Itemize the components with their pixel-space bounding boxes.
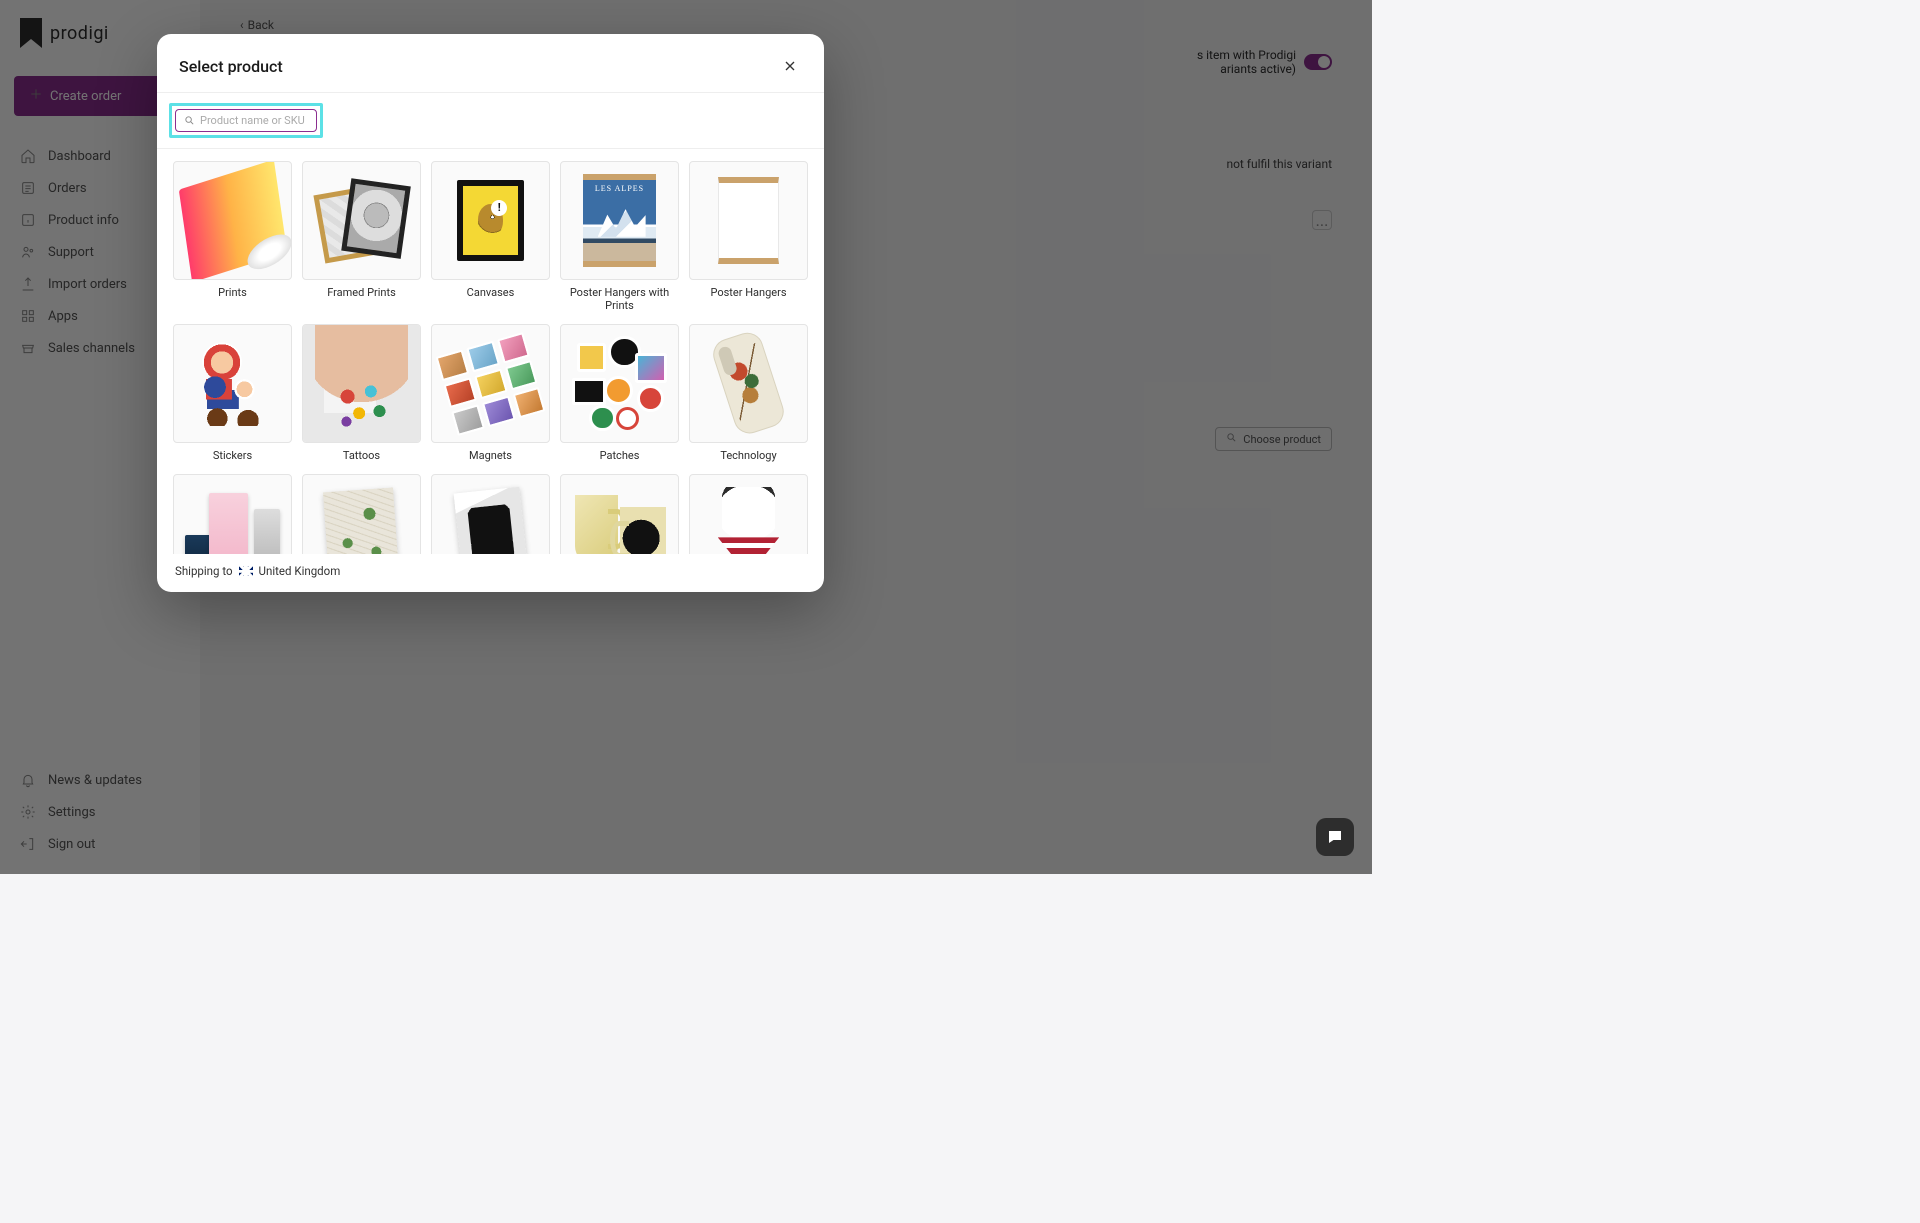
chat-icon — [1326, 828, 1344, 846]
category-card-poster-hangers[interactable]: Poster Hangers — [689, 161, 808, 314]
category-grid: Prints Framed Prints Canvases Poster Han… — [173, 161, 808, 554]
category-image — [689, 324, 808, 443]
close-button[interactable] — [778, 54, 802, 78]
category-label: Stickers — [173, 443, 292, 464]
category-card-panels[interactable]: Panels — [302, 474, 421, 554]
category-label: Tattoos — [302, 443, 421, 464]
category-card-tattoos[interactable]: Tattoos — [302, 324, 421, 464]
category-card-pets[interactable]: Pets — [689, 474, 808, 554]
category-label: Prints — [173, 280, 292, 301]
category-label: Magnets — [431, 443, 550, 464]
category-label: Poster Hangers with Prints — [560, 280, 679, 314]
shipping-prefix: Shipping to — [175, 564, 233, 578]
category-card-technology[interactable]: Technology — [689, 324, 808, 464]
category-image — [173, 474, 292, 554]
category-card-home-living[interactable]: Home & Living — [560, 474, 679, 554]
category-card-magnets[interactable]: Magnets — [431, 324, 550, 464]
modal-body[interactable]: Prints Framed Prints Canvases Poster Han… — [157, 149, 824, 554]
category-card-gallery-boards[interactable]: Gallery Boards — [173, 474, 292, 554]
category-card-prints[interactable]: Prints — [173, 161, 292, 314]
category-image — [560, 161, 679, 280]
category-card-canvases[interactable]: Canvases — [431, 161, 550, 314]
category-image — [302, 161, 421, 280]
category-card-patches[interactable]: Patches — [560, 324, 679, 464]
category-label: Poster Hangers — [689, 280, 808, 301]
category-image — [302, 324, 421, 443]
search-icon — [184, 115, 195, 126]
category-image — [431, 324, 550, 443]
select-product-modal: Select product Prints Framed Prints Canv… — [157, 34, 824, 592]
category-card-framed-prints[interactable]: Framed Prints — [302, 161, 421, 314]
search-input[interactable] — [200, 114, 308, 127]
category-image — [560, 324, 679, 443]
search-highlight — [169, 103, 323, 138]
shipping-country[interactable]: United Kingdom — [259, 564, 341, 578]
category-image — [173, 161, 292, 280]
chat-widget-button[interactable] — [1316, 818, 1354, 856]
modal-title: Select product — [179, 57, 283, 76]
modal-footer: Shipping to United Kingdom — [157, 554, 824, 592]
category-label: Patches — [560, 443, 679, 464]
category-image — [302, 474, 421, 554]
category-image — [560, 474, 679, 554]
category-card-stickers[interactable]: Stickers — [173, 324, 292, 464]
category-card-metal[interactable]: Metal — [431, 474, 550, 554]
category-label: Framed Prints — [302, 280, 421, 301]
close-icon — [782, 58, 798, 74]
category-image — [431, 474, 550, 554]
flag-uk-icon — [239, 566, 253, 576]
category-label: Canvases — [431, 280, 550, 301]
search-row — [157, 92, 824, 149]
category-image — [431, 161, 550, 280]
category-image — [173, 324, 292, 443]
category-image — [689, 161, 808, 280]
category-label: Technology — [689, 443, 808, 464]
modal-header: Select product — [157, 34, 824, 92]
category-image — [689, 474, 808, 554]
search-field-wrapper[interactable] — [175, 109, 317, 132]
category-card-poster-hangers-prints[interactable]: Poster Hangers with Prints — [560, 161, 679, 314]
